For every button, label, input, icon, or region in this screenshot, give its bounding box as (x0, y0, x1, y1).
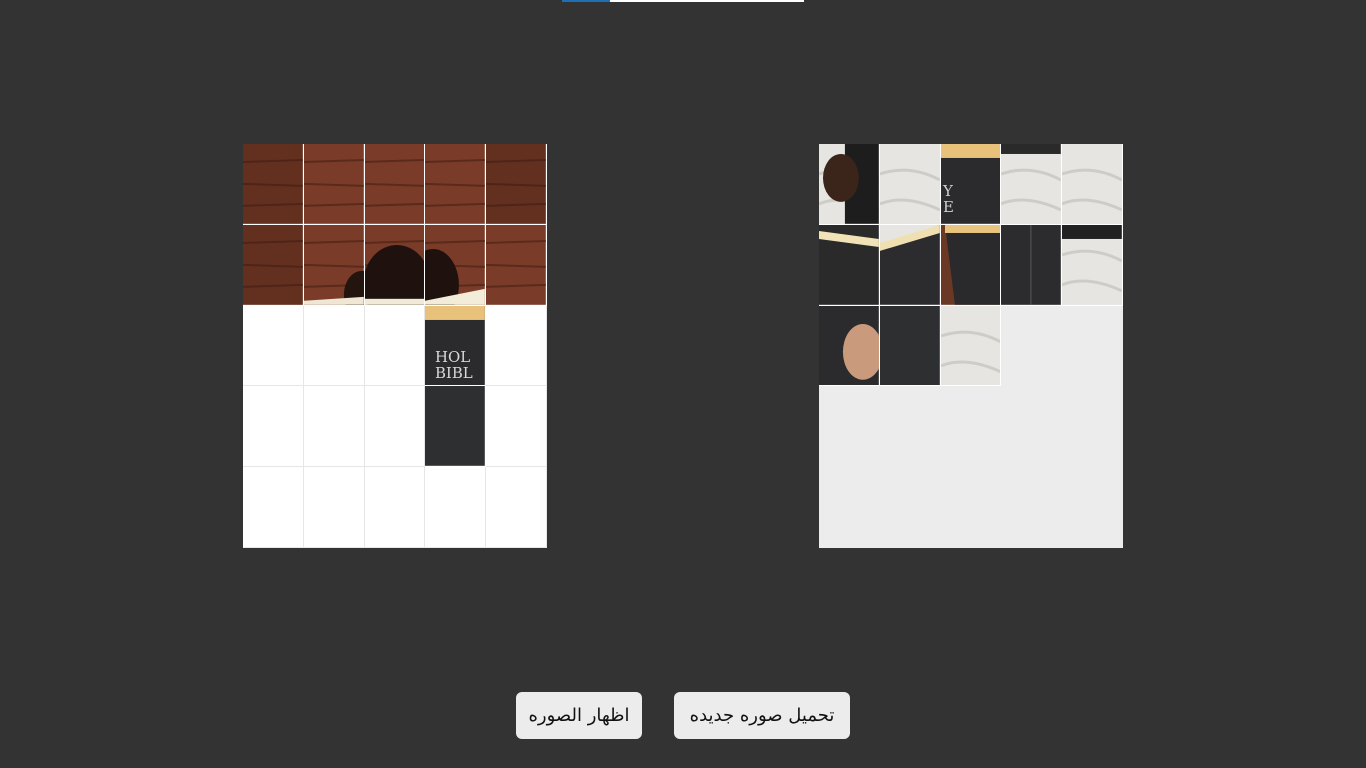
load-new-image-button[interactable]: تحميل صوره جديده (674, 692, 850, 739)
board-slot-empty[interactable] (303, 305, 365, 387)
svg-text:BIBL: BIBL (435, 363, 473, 381)
board-slot-filled-wall[interactable] (425, 144, 487, 225)
board-slot-filled-head-page[interactable] (425, 224, 487, 306)
board-slot-empty[interactable] (486, 386, 547, 468)
puzzle-piece-hand-lower[interactable] (819, 305, 880, 387)
puzzle-piece-book-spine-open[interactable] (879, 224, 941, 306)
svg-text:E: E (943, 198, 954, 216)
board-slot-filled-book-black[interactable] (425, 386, 487, 468)
puzzle-piece-book-spine[interactable] (1001, 224, 1063, 306)
board-slot-empty[interactable] (364, 467, 426, 548)
puzzle-board[interactable]: HOL BIBL (243, 144, 547, 548)
board-slot-filled-head[interactable] (364, 224, 426, 306)
puzzle-piece-book-edge[interactable] (940, 224, 1002, 306)
board-slot-empty[interactable] (243, 386, 304, 468)
board-slot-filled-wall-dark[interactable] (243, 144, 304, 225)
progress-bar (562, 0, 804, 2)
puzzle-pieces-tray[interactable]: YE (819, 144, 1123, 548)
board-slot-empty[interactable] (303, 467, 365, 548)
board-slot-empty[interactable] (364, 386, 426, 468)
board-slot-empty[interactable] (303, 386, 365, 468)
puzzle-piece-cloth[interactable] (1062, 144, 1123, 225)
board-slot-empty[interactable] (486, 467, 547, 548)
board-slot-empty[interactable] (486, 305, 547, 387)
board-slot-filled-wall-dark[interactable] (243, 224, 304, 306)
board-slot-empty[interactable] (364, 305, 426, 387)
board-slot-filled-wall-dark[interactable] (486, 144, 547, 225)
board-slot-filled-wall-head[interactable] (303, 224, 365, 306)
puzzle-piece-cloth-dark[interactable] (1001, 144, 1063, 225)
puzzle-piece-book-black[interactable] (879, 305, 941, 387)
puzzle-piece-hand-book[interactable] (819, 144, 880, 225)
board-slot-filled-wall[interactable] (303, 144, 365, 225)
board-slot-empty[interactable] (243, 305, 304, 387)
board-slot-filled-wall[interactable] (486, 224, 547, 306)
puzzle-piece-cloth[interactable] (940, 305, 1002, 387)
board-slot-empty[interactable] (425, 467, 487, 548)
puzzle-piece-book-pages[interactable] (819, 224, 880, 306)
board-slot-empty[interactable] (243, 467, 304, 548)
puzzle-piece-book-text[interactable]: YE (940, 144, 1002, 225)
progress-bar-fill (562, 0, 611, 2)
board-slot-filled-book-holy[interactable]: HOL BIBL (425, 305, 487, 387)
puzzle-piece-cloth[interactable] (879, 144, 941, 225)
puzzle-piece-cloth-book[interactable] (1062, 224, 1123, 306)
show-image-button[interactable]: اظهار الصوره (516, 692, 642, 739)
board-slot-filled-wall[interactable] (364, 144, 426, 225)
